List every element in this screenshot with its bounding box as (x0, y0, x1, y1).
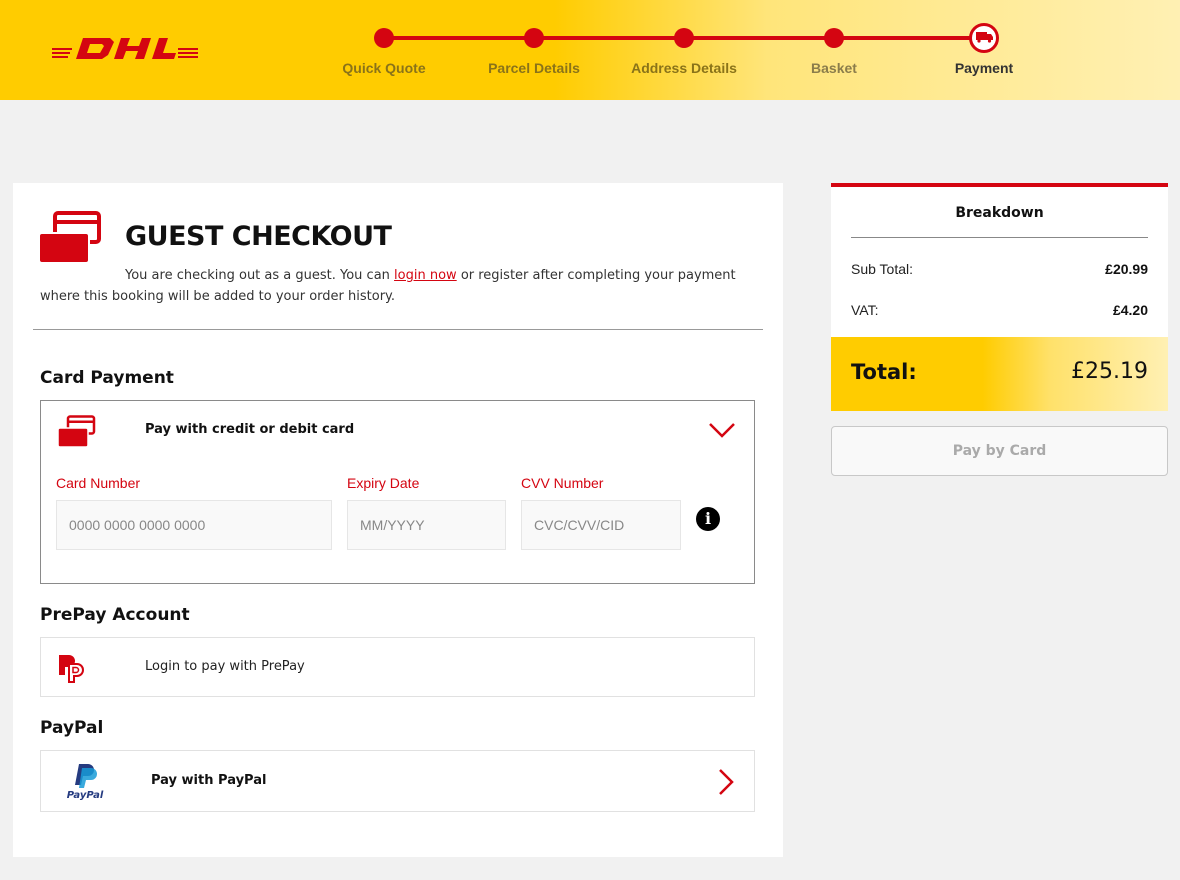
card-payment-heading: Card Payment (40, 368, 174, 388)
step-dot (374, 28, 394, 48)
subtotal-value: £20.99 (1105, 261, 1148, 277)
page-title: GUEST CHECKOUT (125, 221, 392, 252)
step-label: Address Details (631, 60, 737, 76)
prepay-heading: PrePay Account (40, 605, 190, 625)
vat-value: £4.20 (1112, 302, 1148, 318)
pay-by-card-button[interactable]: Pay by Card (831, 426, 1168, 476)
expiry-date-label: Expiry Date (347, 475, 420, 491)
step-dot (524, 28, 544, 48)
step-dot (674, 28, 694, 48)
header: Quick Quote Parcel Details Address Detai… (0, 0, 1180, 100)
cvv-label: CVV Number (521, 475, 604, 491)
step-parcel-details[interactable]: Parcel Details (454, 28, 614, 76)
card-payment-toggle[interactable]: Pay with credit or debit card (145, 422, 354, 437)
subtotal-label: Sub Total: (851, 261, 914, 277)
step-label: Payment (954, 60, 1014, 76)
checkout-panel: GUEST CHECKOUT You are checking out as a… (13, 183, 783, 857)
step-label: Quick Quote (342, 60, 426, 76)
step-quick-quote[interactable]: Quick Quote (304, 28, 464, 76)
step-dot-current (969, 23, 999, 53)
step-address-details[interactable]: Address Details (604, 28, 764, 76)
expiry-date-input[interactable] (347, 500, 506, 550)
credit-cards-icon (39, 211, 101, 263)
divider (33, 329, 763, 330)
paypal-option[interactable]: PayPal Pay with PayPal (40, 750, 755, 812)
divider (851, 237, 1148, 238)
card-payment-panel: Pay with credit or debit card Card Numbe… (40, 400, 755, 584)
svg-text:PayPal: PayPal (67, 790, 104, 801)
total-value: £25.19 (1071, 359, 1148, 384)
login-now-link[interactable]: login now (394, 268, 457, 283)
step-label: Basket (811, 60, 857, 76)
message-text: You are checking out as a guest. You can (125, 268, 395, 283)
paypal-label: Pay with PayPal (151, 773, 267, 788)
truck-icon (976, 32, 993, 43)
step-payment: Payment (904, 23, 1064, 76)
order-breakdown: Breakdown Sub Total: £20.99 VAT: £4.20 T… (831, 183, 1168, 411)
breakdown-title: Breakdown (955, 205, 1044, 221)
paypal-heading: PayPal (40, 718, 104, 738)
guest-checkout-message: You are checking out as a guest. You can… (40, 265, 760, 307)
chevron-down-icon[interactable] (708, 421, 736, 439)
card-number-label: Card Number (56, 475, 141, 491)
progress-stepper: Quick Quote Parcel Details Address Detai… (0, 0, 1180, 100)
chevron-right-icon[interactable] (717, 768, 735, 796)
total-bar: Total: £25.19 (831, 337, 1168, 411)
prepay-label: Login to pay with PrePay (145, 659, 305, 674)
step-dot (824, 28, 844, 48)
paypal-logo-icon: PayPal (67, 764, 104, 801)
credit-cards-icon (58, 415, 96, 447)
cvv-input[interactable] (521, 500, 681, 550)
prepay-logo-icon (59, 655, 84, 683)
card-number-input[interactable] (56, 500, 332, 550)
prepay-option[interactable]: Login to pay with PrePay (40, 637, 755, 697)
total-label: Total: (851, 360, 917, 384)
info-icon[interactable]: i (696, 507, 720, 531)
step-basket[interactable]: Basket (754, 28, 914, 76)
vat-label: VAT: (851, 302, 879, 318)
step-label: Parcel Details (488, 60, 580, 76)
